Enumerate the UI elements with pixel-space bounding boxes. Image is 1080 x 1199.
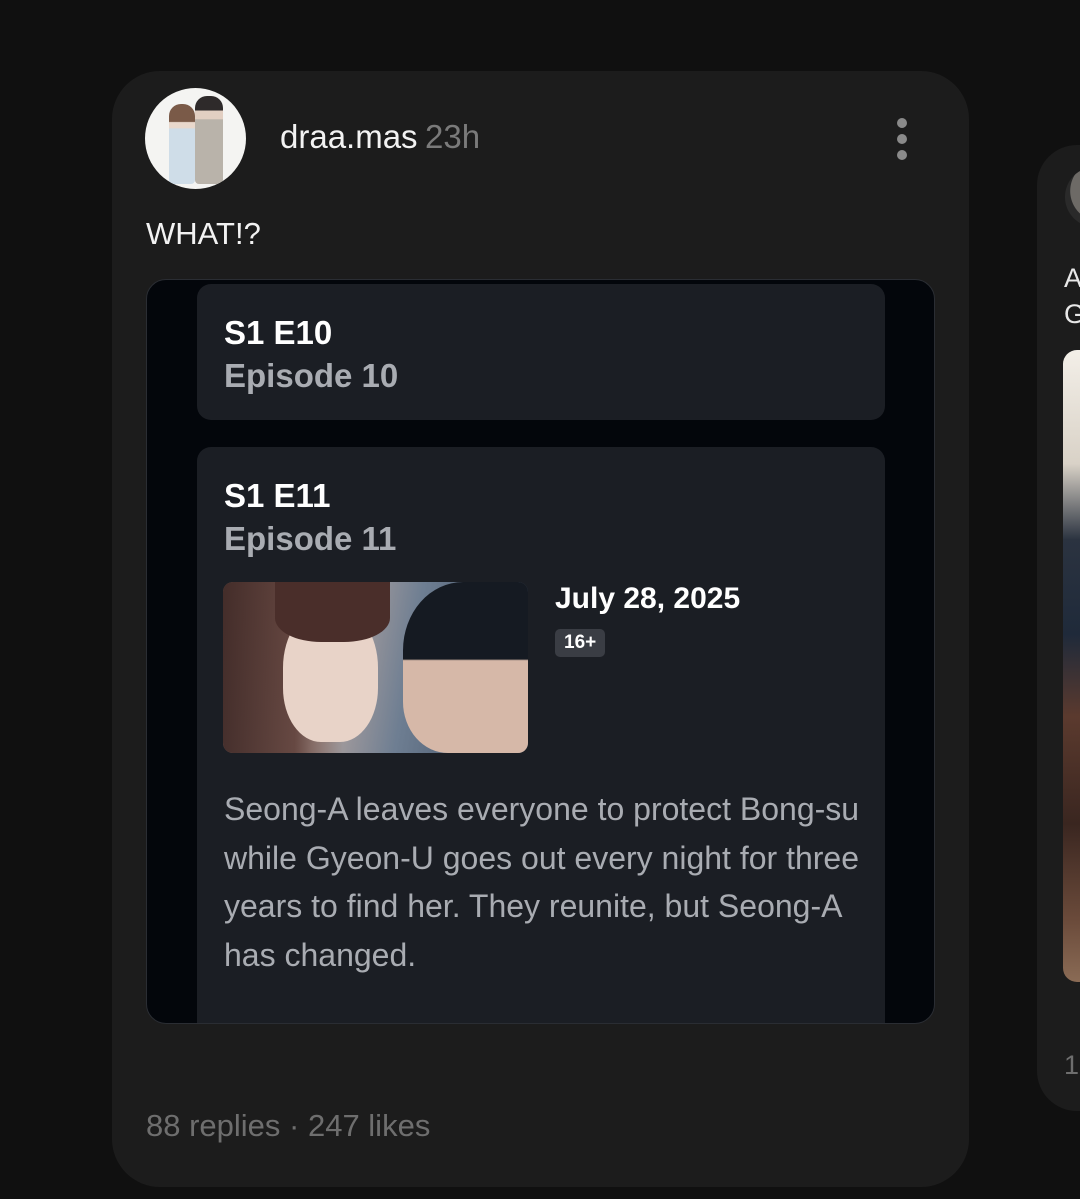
episode-title: Episode 10	[224, 357, 399, 394]
post-time: 23h	[425, 118, 481, 155]
episode-card: S1 E10 Episode 10	[197, 284, 885, 420]
username[interactable]: draa.mas	[280, 118, 418, 156]
episode-code: S1 E10	[224, 314, 333, 351]
episode-description: Seong-A leaves everyone to protect Bong-…	[224, 791, 860, 973]
episode-title: Episode 11	[224, 520, 397, 557]
episode-code: S1 E11	[224, 477, 331, 514]
post-caption: WHAT!?	[146, 216, 261, 251]
avatar[interactable]	[1065, 167, 1080, 227]
next-post-stats[interactable]: 1	[1064, 1050, 1079, 1081]
next-post-caption-line: A	[1064, 263, 1080, 293]
episode-card: S1 E11 Episode 11 July 28, 2025 16+ Seon…	[197, 447, 885, 1023]
rating-badge: 16+	[555, 629, 606, 657]
more-vertical-icon[interactable]	[886, 112, 918, 166]
next-post-caption-line: G	[1064, 299, 1080, 329]
avatar-figure-man	[195, 96, 223, 184]
embedded-screenshot[interactable]: S1 E10 Episode 10 S1 E11 Episode 11 July…	[146, 279, 935, 1024]
post-stats[interactable]: 88 replies · 247 likes	[146, 1108, 430, 1144]
avatar[interactable]	[145, 88, 246, 189]
avatar-figure-woman	[169, 104, 195, 184]
next-post-image[interactable]	[1063, 350, 1080, 982]
episode-thumbnail	[223, 582, 528, 753]
next-post-card[interactable]: A G 1	[1037, 145, 1080, 1111]
episode-date: July 28, 2025	[555, 582, 741, 615]
